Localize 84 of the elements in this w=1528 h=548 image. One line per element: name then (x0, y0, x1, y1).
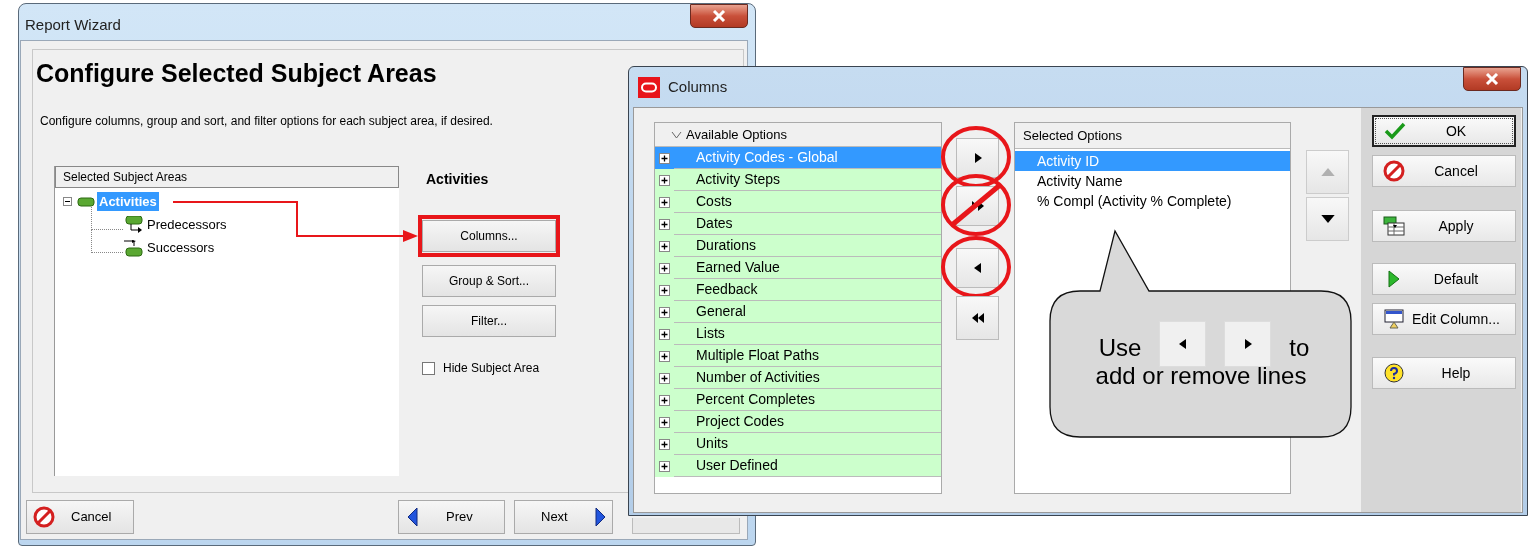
option-row[interactable]: Costs (674, 191, 941, 213)
callout-text: to (1289, 333, 1310, 363)
option-row[interactable]: Durations (674, 235, 941, 257)
action-button[interactable]: Edit Column... (1372, 303, 1516, 335)
predecessor-icon (123, 215, 143, 234)
right-arrow-icon (595, 507, 606, 527)
option-row[interactable]: Units (674, 433, 941, 455)
column-header: Available Options (655, 123, 941, 147)
action-button[interactable]: Help (1372, 357, 1516, 389)
close-button[interactable] (1463, 67, 1521, 91)
expand-icon[interactable] (659, 174, 670, 186)
option-row[interactable]: General (674, 301, 941, 323)
option-row[interactable]: Activity Steps (674, 169, 941, 191)
page-heading: Configure Selected Subject Areas (36, 58, 437, 88)
expand-icon[interactable] (659, 350, 670, 362)
tree-item[interactable]: Predecessors (145, 214, 229, 235)
double-left-arrow-icon (970, 312, 985, 324)
app-logo-icon (638, 76, 660, 98)
help-icon (1384, 363, 1404, 383)
collapse-caret-icon (671, 130, 682, 139)
close-icon (712, 10, 726, 22)
option-row[interactable]: Project Codes (674, 411, 941, 433)
expand-icon[interactable] (659, 284, 670, 296)
prev-button[interactable]: Prev (398, 500, 505, 534)
action-button[interactable]: Default (1372, 263, 1516, 295)
option-row[interactable]: Activity Name (1015, 171, 1290, 191)
option-row[interactable]: Percent Completes (674, 389, 941, 411)
action-button[interactable]: OK (1372, 115, 1516, 147)
double-right-arrow-icon (970, 200, 985, 212)
option-row[interactable]: Number of Activities (674, 367, 941, 389)
close-button[interactable] (690, 4, 748, 28)
dialog-button[interactable]: Filter... (422, 305, 556, 337)
column-header: Selected Subject Areas (55, 166, 399, 188)
option-row[interactable]: Multiple Float Paths (674, 345, 941, 367)
option-row[interactable]: Earned Value (674, 257, 941, 279)
expand-icon[interactable] (659, 152, 670, 164)
expand-icon[interactable] (659, 240, 670, 252)
expand-icon[interactable] (659, 328, 670, 340)
next-button[interactable]: Next (514, 500, 613, 534)
action-button[interactable]: Cancel (1372, 155, 1516, 187)
move-down-button[interactable] (1306, 197, 1349, 241)
window-title: Report Wizard (25, 15, 121, 35)
expand-icon[interactable] (659, 394, 670, 406)
expand-icon[interactable] (659, 438, 670, 450)
checkbox[interactable] (422, 361, 435, 375)
checkbox-label: Hide Subject Area (443, 360, 540, 377)
tree-item[interactable]: Successors (145, 237, 217, 258)
action-button[interactable]: Apply (1372, 210, 1516, 242)
option-row[interactable]: Feedback (674, 279, 941, 301)
crossed-circle-mark (940, 173, 1012, 237)
circle-mark (940, 235, 1012, 299)
table-icon (1383, 216, 1405, 236)
subject-title: Activities (426, 170, 490, 189)
monitor-icon (1384, 309, 1404, 329)
successor-icon (123, 238, 143, 257)
transfer-button[interactable] (956, 296, 999, 340)
expand-icon[interactable] (659, 218, 670, 230)
cancel-button[interactable]: Cancel (26, 500, 134, 534)
callout-text: Use (1098, 333, 1142, 363)
expand-icon[interactable] (659, 372, 670, 384)
cancel-icon (33, 506, 55, 528)
option-row[interactable]: Dates (674, 213, 941, 235)
expand-icon[interactable] (659, 262, 670, 274)
column-header: Selected Options (1015, 123, 1290, 149)
expand-icon[interactable] (659, 306, 670, 318)
close-icon (1485, 73, 1499, 85)
check-icon (1384, 122, 1406, 140)
window-title: Columns (668, 77, 728, 97)
expand-icon[interactable] (659, 416, 670, 428)
option-row[interactable]: % Compl (Activity % Complete) (1015, 191, 1290, 211)
circle-mark (940, 125, 1012, 189)
left-arrow-icon (407, 507, 418, 527)
cancel-icon (1383, 160, 1405, 182)
option-row[interactable]: User Defined (674, 455, 941, 477)
expand-icon[interactable] (659, 460, 670, 472)
callout-text: add or remove lines (1095, 361, 1307, 391)
expand-icon[interactable] (659, 196, 670, 208)
dialog-button[interactable]: Columns... (422, 220, 556, 252)
option-row[interactable]: Lists (674, 323, 941, 345)
collapse-icon[interactable] (63, 197, 72, 206)
play-icon (1387, 269, 1401, 289)
activity-icon (75, 196, 95, 207)
description-text: Configure columns, group and sort, and filter options for each subject area, if desired. (40, 113, 493, 129)
dialog-button[interactable]: Group & Sort... (422, 265, 556, 297)
